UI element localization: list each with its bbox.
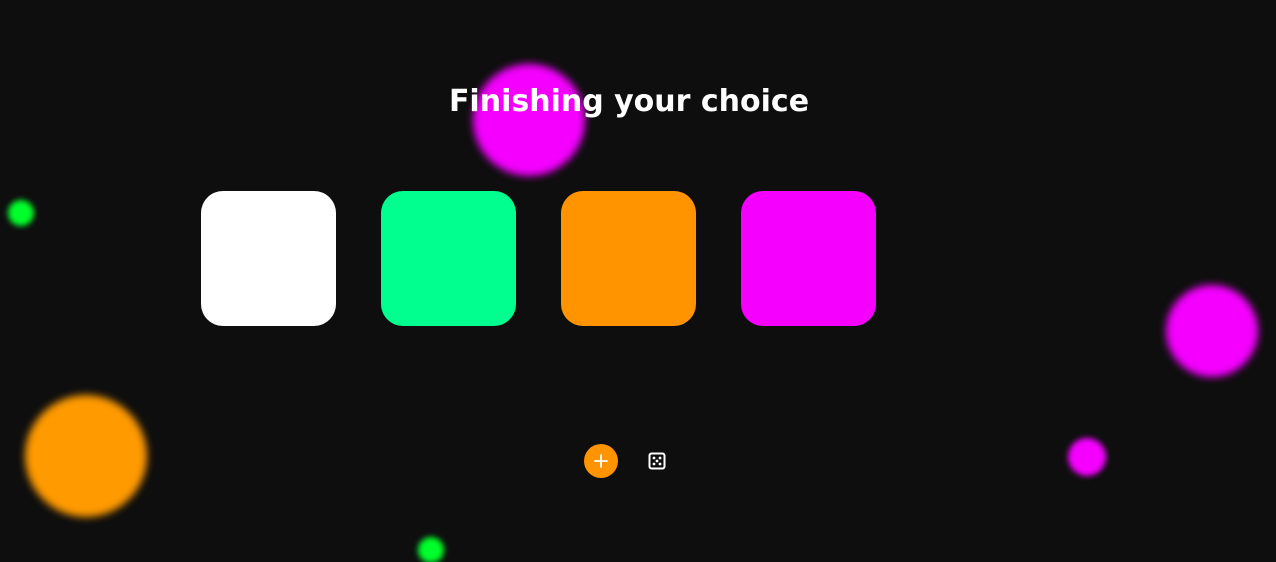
background-blob (1068, 438, 1106, 476)
page-title: Finishing your choice (448, 84, 810, 119)
background-blob (8, 200, 34, 226)
background-blob (1166, 285, 1258, 377)
add-color-button[interactable] (584, 444, 618, 478)
color-swatch-orange[interactable] (561, 191, 696, 326)
background-blob (418, 537, 444, 562)
background-blob (473, 64, 585, 176)
color-swatch-magenta[interactable] (741, 191, 876, 326)
color-swatch-white[interactable] (201, 191, 336, 326)
plus-icon (594, 454, 608, 468)
background-blob (25, 395, 147, 517)
dice-icon (648, 452, 666, 470)
color-swatch-green[interactable] (381, 191, 516, 326)
random-color-button[interactable] (645, 449, 669, 473)
